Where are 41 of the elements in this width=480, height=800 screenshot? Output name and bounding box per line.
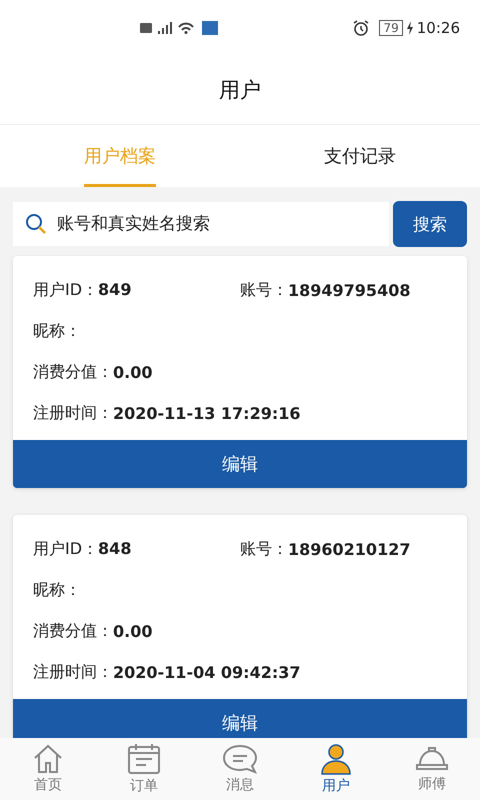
field-value: 2020-11-04 09:42:37: [113, 663, 301, 682]
field-label: 账号：: [240, 539, 288, 560]
field-value: 848: [98, 539, 132, 560]
wifi-icon: [178, 22, 194, 34]
tab[interactable]: 支付记录: [324, 125, 396, 187]
edit-button[interactable]: 编辑: [13, 440, 467, 488]
search-box[interactable]: 账号和真实姓名搜索: [13, 202, 389, 246]
user-icon: [320, 743, 352, 775]
clock-time: 10:26: [416, 19, 460, 37]
edit-button[interactable]: 编辑: [13, 699, 467, 738]
field-value: 18960210127: [288, 540, 410, 559]
field-value: 849: [98, 280, 132, 301]
field-label: 注册时间：: [33, 403, 113, 424]
field-label: 消费分值：: [33, 362, 113, 383]
search-icon: [25, 213, 47, 235]
battery-level: 79: [379, 20, 403, 36]
field-label: 用户ID：: [33, 280, 98, 301]
field-label: 消费分值：: [33, 621, 113, 642]
search-input[interactable]: 账号和真实姓名搜索: [55, 213, 377, 235]
field-value: 2020-11-13 17:29:16: [113, 404, 301, 423]
chat-icon: [222, 744, 258, 774]
field-label: 注册时间：: [33, 662, 113, 683]
calendar-icon: [127, 743, 161, 775]
field-label: 用户ID：: [33, 539, 98, 560]
field-label: 昵称：: [33, 321, 81, 342]
nav-item[interactable]: 消息: [192, 738, 288, 800]
field-label: 账号：: [240, 280, 288, 301]
nav-item[interactable]: 首页: [0, 738, 96, 800]
field-label: 昵称：: [33, 580, 81, 601]
nav-item[interactable]: 用户: [288, 738, 384, 800]
search-button[interactable]: 搜索: [393, 201, 467, 247]
field-value: 0.00: [113, 622, 152, 641]
charging-icon: [406, 21, 414, 35]
signal-icon: [158, 22, 172, 34]
home-icon: [32, 744, 64, 774]
nav-item[interactable]: 订单: [96, 738, 192, 800]
page-title: 用户: [219, 77, 261, 104]
alarm-icon: [353, 20, 370, 36]
field-value: 18949795408: [288, 281, 410, 300]
nav-item[interactable]: 师傅: [384, 738, 480, 800]
field-value: 0.00: [113, 363, 152, 382]
